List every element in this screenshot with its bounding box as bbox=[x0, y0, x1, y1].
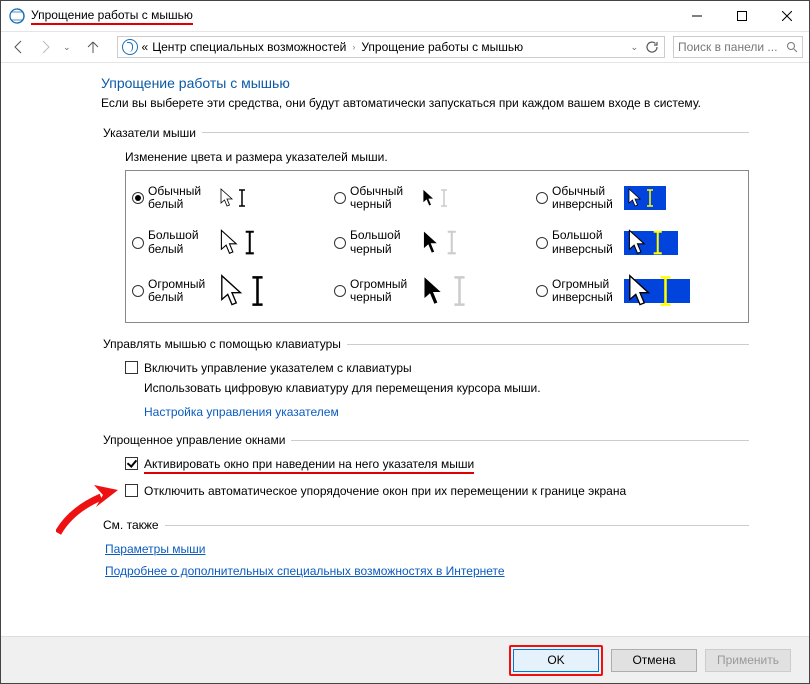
ok-annotation-highlight: OK bbox=[509, 645, 603, 676]
mouse-params-link[interactable]: Параметры мыши bbox=[105, 542, 206, 556]
pointer-option-label: Огромныйбелый bbox=[148, 278, 218, 304]
pointer-option-label: Огромныйчерный bbox=[350, 278, 420, 304]
ok-button[interactable]: OK bbox=[513, 649, 599, 672]
maximize-button[interactable] bbox=[719, 1, 764, 31]
pointer-option[interactable]: Большойинверсный bbox=[536, 229, 738, 256]
radio-icon bbox=[334, 237, 346, 249]
radio-icon bbox=[132, 237, 144, 249]
pointer-option[interactable]: Обычныйчерный bbox=[334, 185, 536, 211]
radio-icon bbox=[132, 285, 144, 297]
cursor-preview-icon bbox=[220, 274, 278, 308]
checkbox-checked-icon bbox=[125, 457, 138, 470]
enable-mousekeys-checkbox[interactable]: Включить управление указателем с клавиат… bbox=[125, 361, 749, 375]
close-button[interactable] bbox=[764, 1, 809, 31]
window-title: Упрощение работы с мышью bbox=[31, 8, 193, 25]
breadcrumb-chev-left: « bbox=[142, 40, 149, 54]
pointer-option-label: Обычныйинверсный bbox=[552, 185, 622, 211]
recent-dropdown-icon[interactable]: ⌄ bbox=[63, 42, 71, 53]
cursor-preview-icon bbox=[220, 229, 266, 256]
pointers-label: Изменение цвета и размера указателей мыш… bbox=[125, 150, 749, 164]
cursor-preview-icon bbox=[624, 279, 690, 303]
radio-icon bbox=[334, 192, 346, 204]
radio-icon bbox=[334, 285, 346, 297]
cursor-preview-icon bbox=[220, 188, 254, 208]
enable-mousekeys-label: Включить управление указателем с клавиат… bbox=[144, 361, 412, 375]
radio-icon bbox=[536, 285, 548, 297]
radio-icon bbox=[536, 237, 548, 249]
seealso-legend: См. также bbox=[101, 518, 165, 532]
search-placeholder: Поиск в панели ... bbox=[678, 40, 777, 54]
pointers-legend: Указатели мыши bbox=[101, 126, 202, 140]
activate-on-hover-checkbox[interactable]: Активировать окно при наведении на него … bbox=[125, 457, 749, 474]
pointer-option[interactable]: Большойчерный bbox=[334, 229, 536, 256]
pointer-option[interactable]: Огромныйинверсный bbox=[536, 274, 738, 308]
pointer-options-grid: Обычныйбелый Обычныйчерный Обычныйинверс… bbox=[125, 170, 749, 323]
pointer-option-label: Обычныйчерный bbox=[350, 185, 420, 211]
keyboard-legend: Управлять мышью с помощью клавиатуры bbox=[101, 337, 347, 351]
breadcrumb-1[interactable]: Центр специальных возможностей bbox=[152, 40, 346, 54]
apply-button: Применить bbox=[705, 649, 791, 672]
radio-icon bbox=[132, 192, 144, 204]
pointer-option-label: Огромныйинверсный bbox=[552, 278, 622, 304]
pointer-option-label: Обычныйбелый bbox=[148, 185, 218, 211]
windows-legend: Упрощенное управление окнами bbox=[101, 433, 291, 447]
pointer-option[interactable]: Огромныйбелый bbox=[132, 274, 334, 308]
control-panel-icon bbox=[9, 8, 25, 24]
cursor-preview-icon bbox=[624, 186, 666, 210]
address-dropdown-icon[interactable]: ⌄ bbox=[630, 42, 638, 53]
mousekeys-settings-link[interactable]: Настройка управления указателем bbox=[144, 405, 339, 419]
search-icon bbox=[786, 41, 798, 53]
search-input[interactable]: Поиск в панели ... bbox=[673, 36, 803, 58]
cursor-preview-icon bbox=[422, 274, 480, 308]
disable-snap-label: Отключить автоматическое упорядочение ок… bbox=[144, 484, 626, 498]
disable-snap-checkbox[interactable]: Отключить автоматическое упорядочение ок… bbox=[125, 484, 749, 498]
cursor-preview-icon bbox=[422, 229, 468, 256]
breadcrumb-2[interactable]: Упрощение работы с мышью bbox=[361, 40, 523, 54]
control-panel-small-icon bbox=[122, 39, 138, 55]
up-button[interactable] bbox=[81, 35, 105, 59]
more-online-link[interactable]: Подробнее о дополнительных специальных в… bbox=[105, 564, 505, 578]
chevron-right-icon: › bbox=[352, 42, 355, 52]
pointer-option-label: Большойбелый bbox=[148, 229, 218, 255]
refresh-icon[interactable] bbox=[644, 39, 660, 55]
pointer-option[interactable]: Огромныйчерный bbox=[334, 274, 536, 308]
pointer-option[interactable]: Обычныйбелый bbox=[132, 185, 334, 211]
page-heading: Упрощение работы с мышью bbox=[101, 75, 749, 91]
forward-button[interactable] bbox=[33, 35, 57, 59]
pointer-option[interactable]: Большойбелый bbox=[132, 229, 334, 256]
activate-on-hover-label: Активировать окно при наведении на него … bbox=[144, 457, 474, 474]
checkbox-icon bbox=[125, 361, 138, 374]
back-button[interactable] bbox=[7, 35, 31, 59]
pointer-option-label: Большойинверсный bbox=[552, 229, 622, 255]
mousekeys-desc: Использовать цифровую клавиатуру для пер… bbox=[144, 381, 749, 395]
radio-icon bbox=[536, 192, 548, 204]
cursor-preview-icon bbox=[422, 188, 456, 208]
checkbox-icon bbox=[125, 484, 138, 497]
minimize-button[interactable] bbox=[674, 1, 719, 31]
page-subtext: Если вы выберете эти средства, они будут… bbox=[101, 95, 749, 112]
address-bar[interactable]: « Центр специальных возможностей › Упрощ… bbox=[117, 36, 665, 58]
pointer-option[interactable]: Обычныйинверсный bbox=[536, 185, 738, 211]
pointer-option-label: Большойчерный bbox=[350, 229, 420, 255]
cancel-button[interactable]: Отмена bbox=[611, 649, 697, 672]
cursor-preview-icon bbox=[624, 231, 678, 255]
